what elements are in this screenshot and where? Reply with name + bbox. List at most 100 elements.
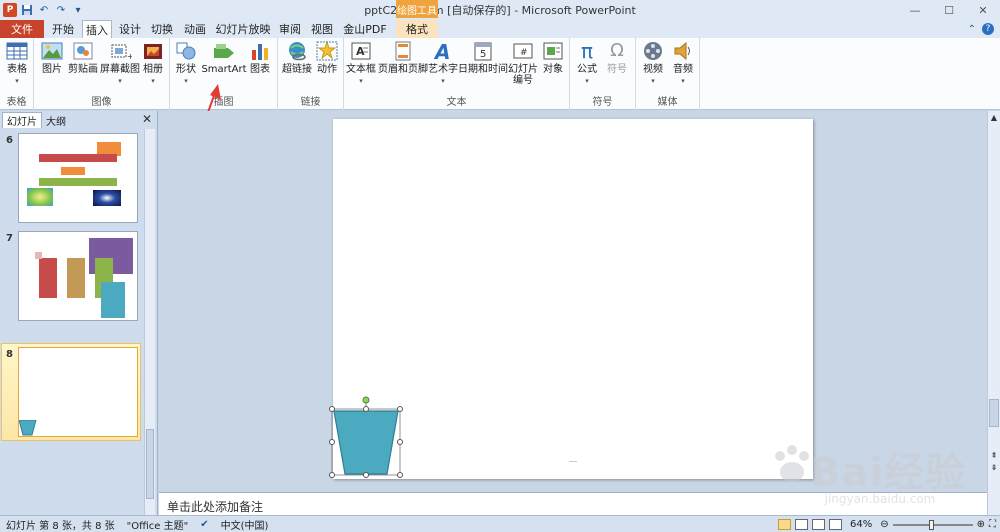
chevron-down-icon: ▾ xyxy=(441,77,445,85)
tab-slides[interactable]: 幻灯片 xyxy=(2,112,42,128)
undo-icon[interactable]: ↶ xyxy=(37,3,51,17)
tab-home[interactable]: 开始 xyxy=(48,20,78,38)
scrollbar-thumb[interactable] xyxy=(146,429,154,499)
customize-qat-icon[interactable]: ▾ xyxy=(71,3,85,17)
hyperlink-icon xyxy=(285,40,309,62)
slide-thumbnail-selected[interactable] xyxy=(18,347,138,437)
minimize-button[interactable]: — xyxy=(898,0,932,20)
action-button[interactable]: 动作 xyxy=(314,40,340,75)
audio-button[interactable]: 音频 ▾ xyxy=(670,40,696,87)
clipart-icon xyxy=(71,40,95,62)
slide-count-status: 幻灯片 第 8 张，共 8 张 xyxy=(6,520,115,532)
help-icon[interactable]: ? xyxy=(982,23,994,35)
fit-to-window-icon[interactable]: ⛶ xyxy=(989,519,996,530)
tab-transitions[interactable]: 切换 xyxy=(148,20,176,38)
tab-design[interactable]: 设计 xyxy=(116,20,144,38)
slide-number: 6 xyxy=(6,135,13,146)
textbox-button[interactable]: A 文本框 ▾ xyxy=(346,40,376,87)
equation-label: 公式 xyxy=(577,64,597,75)
group-media: 视频 ▾ 音频 ▾ 媒体 xyxy=(636,38,700,110)
zoom-level[interactable]: 64% xyxy=(850,519,872,530)
tab-review[interactable]: 审阅 xyxy=(276,20,304,38)
slides-panel: 幻灯片 大纲 ✕ 6 7 8 xyxy=(0,111,158,515)
equation-button[interactable]: π 公式 ▾ xyxy=(574,40,600,87)
header-footer-label: 页眉和页脚 xyxy=(378,64,428,75)
screenshot-button[interactable]: + 屏幕截图 ▾ xyxy=(100,40,140,87)
smartart-icon xyxy=(212,40,236,62)
scroll-up-icon[interactable]: ▲ xyxy=(989,113,999,122)
wordart-icon: A xyxy=(431,40,455,64)
date-time-label: 日期和时间 xyxy=(458,64,508,75)
slide-thumbnail[interactable] xyxy=(18,133,138,223)
slide-number-label-2: 编号 xyxy=(513,75,533,86)
action-label: 动作 xyxy=(317,64,337,75)
omega-icon: Ω xyxy=(610,40,624,61)
slide-thumbnail[interactable] xyxy=(18,231,138,321)
normal-view-icon[interactable] xyxy=(777,519,791,530)
group-label-media: 媒体 xyxy=(657,97,678,108)
tab-file[interactable]: 文件 xyxy=(0,20,44,38)
selected-trapezoid-shape[interactable] xyxy=(329,396,411,487)
title-bar: P ↶ ↷ ▾ pptC284.pptm [自动保存的] - Microsoft… xyxy=(0,0,1000,20)
tab-slideshow[interactable]: 幻灯片放映 xyxy=(214,20,272,38)
video-button[interactable]: 视频 ▾ xyxy=(640,40,666,87)
hyperlink-label: 超链接 xyxy=(282,64,312,75)
spellcheck-icon[interactable]: ✔ xyxy=(194,519,214,530)
thumb-shape xyxy=(39,178,117,186)
wordart-label: 艺术字 xyxy=(428,64,458,75)
language-status[interactable]: 中文(中国) xyxy=(215,517,275,532)
tab-animations[interactable]: 动画 xyxy=(180,20,210,38)
hyperlink-button[interactable]: 超链接 xyxy=(282,40,312,75)
redo-icon[interactable]: ↷ xyxy=(54,3,68,17)
svg-text:5: 5 xyxy=(480,49,486,60)
chevron-down-icon: ▾ xyxy=(151,77,155,85)
slide-canvas[interactable] xyxy=(329,119,813,479)
chart-button[interactable]: 图表 xyxy=(248,40,272,75)
wordart-button[interactable]: A 艺术字 ▾ xyxy=(428,40,458,87)
clipart-button[interactable]: 剪贴画 xyxy=(66,40,100,75)
date-time-button[interactable]: 5 日期和时间 xyxy=(458,40,508,75)
powerpoint-app-icon[interactable]: P xyxy=(3,3,17,17)
symbol-button[interactable]: Ω 符号 xyxy=(604,40,630,75)
table-button[interactable]: 表格 ▾ xyxy=(4,40,30,87)
zoom-slider[interactable] xyxy=(892,519,973,530)
previous-slide-icon[interactable]: ⇞ xyxy=(989,451,999,460)
reading-view-icon[interactable] xyxy=(811,519,825,530)
slide-number-button[interactable]: # 幻灯片 编号 xyxy=(508,40,538,86)
minimize-ribbon-icon[interactable]: ⌃ xyxy=(968,24,976,35)
maximize-button[interactable]: ☐ xyxy=(932,0,966,20)
zoom-in-icon[interactable]: ⊕ xyxy=(977,519,985,530)
next-slide-icon[interactable]: ⇟ xyxy=(989,463,999,472)
zoom-out-icon[interactable]: ⊖ xyxy=(880,519,888,530)
object-button[interactable]: 对象 xyxy=(540,40,566,75)
tab-kingsoft-pdf[interactable]: 金山PDF xyxy=(340,20,390,38)
header-footer-button[interactable]: 页眉和页脚 xyxy=(378,40,428,75)
group-label-images: 图像 xyxy=(91,97,112,108)
tab-insert[interactable]: 插入 xyxy=(82,20,112,39)
chart-icon xyxy=(248,40,272,62)
tab-outline[interactable]: 大纲 xyxy=(42,112,70,128)
close-window-button[interactable]: ✕ xyxy=(966,0,1000,20)
slides-panel-scrollbar[interactable] xyxy=(144,129,155,515)
thumb-shape xyxy=(61,167,85,175)
thumb-shape xyxy=(39,258,57,298)
scrollbar-thumb[interactable] xyxy=(989,399,999,427)
photo-album-button[interactable]: 相册 ▾ xyxy=(140,40,166,87)
slide-number-icon: # xyxy=(511,40,535,62)
smartart-button[interactable]: SmartArt xyxy=(201,40,247,75)
close-icon[interactable]: ✕ xyxy=(142,112,152,126)
quick-access-toolbar: P ↶ ↷ ▾ xyxy=(0,0,85,20)
thumb-image xyxy=(93,190,121,206)
slideshow-view-icon[interactable] xyxy=(828,519,842,530)
picture-button[interactable]: 图片 xyxy=(40,40,64,75)
shapes-icon xyxy=(174,40,198,62)
slide-sorter-view-icon[interactable] xyxy=(794,519,808,530)
thumb-shape xyxy=(101,282,125,318)
zoom-slider-knob[interactable] xyxy=(928,519,934,530)
group-label-text: 文本 xyxy=(446,97,467,108)
group-label-symbols: 符号 xyxy=(592,97,613,108)
tab-format[interactable]: 格式 xyxy=(396,20,438,38)
symbol-label: 符号 xyxy=(607,64,627,75)
save-icon[interactable] xyxy=(20,3,34,17)
tab-view[interactable]: 视图 xyxy=(308,20,336,38)
